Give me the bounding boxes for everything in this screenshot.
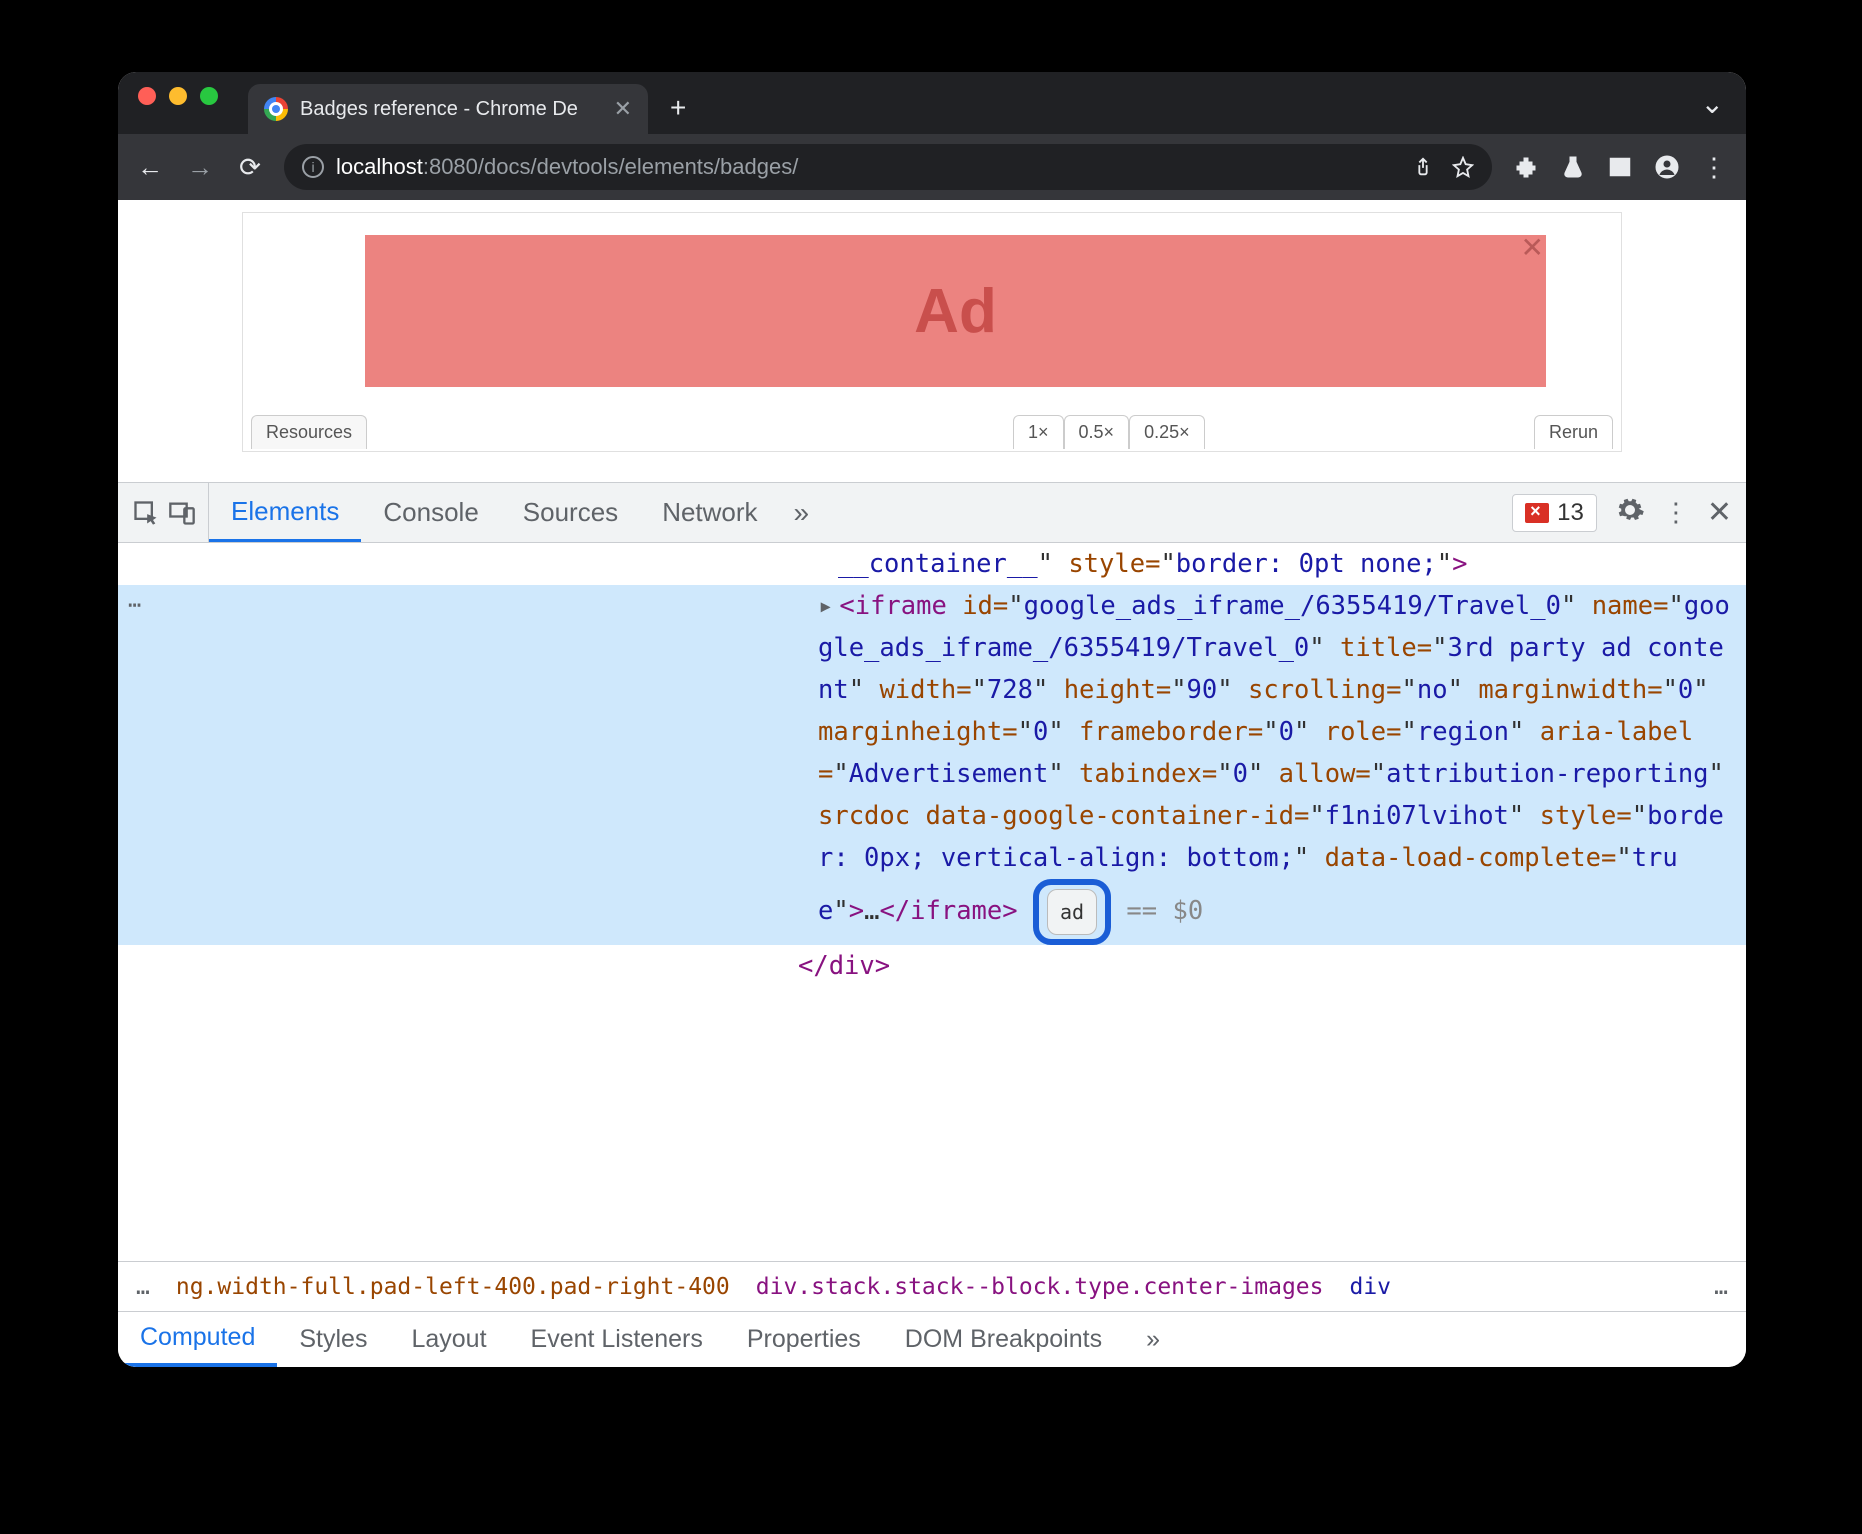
subtab-computed[interactable]: Computed (118, 1312, 277, 1367)
subtab-styles[interactable]: Styles (277, 1312, 389, 1367)
subtab-layout[interactable]: Layout (389, 1312, 508, 1367)
tab-network[interactable]: Network (640, 483, 779, 542)
expand-triangle-icon[interactable]: ▸ (818, 591, 833, 621)
page-viewport: ✕ Ad Resources 1× 0.5× 0.25× Rerun (118, 200, 1746, 482)
selected-node-indicator: == $0 (1126, 896, 1203, 926)
page-demo-box: ✕ Ad Resources 1× 0.5× 0.25× Rerun (242, 212, 1622, 452)
dom-line-iframe[interactable]: ▸<iframe id="google_ads_iframe_/6355419/… (118, 585, 1746, 945)
breadcrumb-ellipsis-left[interactable]: … (136, 1274, 150, 1300)
error-counter[interactable]: 13 (1512, 494, 1597, 532)
error-count: 13 (1557, 499, 1584, 527)
favicon-icon (264, 97, 288, 121)
zoom-1x-button[interactable]: 1× (1013, 415, 1064, 449)
url-text: localhost:8080/docs/devtools/elements/ba… (336, 154, 798, 180)
browser-tab[interactable]: Badges reference - Chrome De ✕ (248, 84, 648, 134)
demo-controls: Resources 1× 0.5× 0.25× Rerun (243, 413, 1621, 451)
rerun-button[interactable]: Rerun (1534, 415, 1613, 449)
devtools-close-button[interactable]: ✕ (1707, 495, 1732, 530)
share-icon[interactable] (1412, 156, 1434, 178)
dom-line-container-end[interactable]: __container__" style="border: 0pt none;"… (118, 543, 1746, 585)
tab-console[interactable]: Console (361, 483, 500, 542)
labs-icon[interactable] (1551, 145, 1595, 189)
browser-window: Badges reference - Chrome De ✕ + ⌄ ← → ⟳… (118, 72, 1746, 1367)
site-info-icon[interactable]: i (302, 156, 324, 178)
device-icon[interactable] (168, 499, 196, 527)
tab-sources[interactable]: Sources (501, 483, 640, 542)
tab-elements[interactable]: Elements (209, 483, 361, 542)
tab-bar: Badges reference - Chrome De ✕ + ⌄ (118, 72, 1746, 134)
subtab-event-listeners[interactable]: Event Listeners (509, 1312, 725, 1367)
window-close-button[interactable] (138, 87, 156, 105)
dom-breadcrumb[interactable]: … ng.width-full.pad-left-400.pad-right-4… (118, 1261, 1746, 1311)
nav-back-button[interactable]: ← (128, 145, 172, 189)
zoom-025x-button[interactable]: 0.25× (1129, 415, 1205, 449)
breadcrumb-ellipsis-right[interactable]: … (1714, 1274, 1728, 1300)
window-controls (132, 72, 230, 134)
elements-dom-tree[interactable]: __container__" style="border: 0pt none;"… (118, 543, 1746, 1261)
nav-forward-button[interactable]: → (178, 145, 222, 189)
ad-close-button[interactable]: ✕ (1521, 231, 1544, 264)
zoom-05x-button[interactable]: 0.5× (1064, 415, 1130, 449)
ad-badge-highlight: ad (1033, 879, 1111, 945)
star-icon[interactable] (1452, 156, 1474, 178)
nav-reload-button[interactable]: ⟳ (228, 145, 272, 189)
resources-tab[interactable]: Resources (251, 415, 367, 449)
window-maximize-button[interactable] (200, 87, 218, 105)
breadcrumb-item-2[interactable]: div.stack.stack--block.type.center-image… (756, 1274, 1324, 1300)
ad-badge[interactable]: ad (1047, 889, 1097, 935)
subtab-properties[interactable]: Properties (725, 1312, 883, 1367)
devtools-tab-bar: Elements Console Sources Network » 13 ⋮ … (118, 483, 1746, 543)
new-tab-button[interactable]: + (670, 92, 686, 124)
omnibar: ← → ⟳ i localhost:8080/docs/devtools/ele… (118, 134, 1746, 200)
subtab-more[interactable]: » (1124, 1312, 1182, 1367)
inspect-icon[interactable] (132, 499, 160, 527)
breadcrumb-item-1[interactable]: ng.width-full.pad-left-400.pad-right-400 (176, 1274, 730, 1300)
toolbar-icons: ⋮ (1504, 145, 1736, 189)
address-bar[interactable]: i localhost:8080/docs/devtools/elements/… (284, 144, 1492, 190)
subtab-dom-breakpoints[interactable]: DOM Breakpoints (883, 1312, 1124, 1367)
error-icon (1525, 503, 1549, 523)
window-minimize-button[interactable] (169, 87, 187, 105)
extensions-icon[interactable] (1504, 145, 1548, 189)
profile-icon[interactable] (1645, 145, 1689, 189)
ad-label: Ad (914, 276, 997, 347)
tab-title: Badges reference - Chrome De (300, 98, 602, 121)
devtools-menu-button[interactable]: ⋮ (1663, 497, 1689, 528)
tab-close-button[interactable]: ✕ (614, 96, 632, 122)
tab-more-button[interactable]: » (780, 497, 824, 529)
dom-line-div-close[interactable]: </div> (118, 945, 1746, 987)
breadcrumb-item-3[interactable]: div (1349, 1274, 1391, 1300)
ad-banner[interactable]: ✕ Ad (365, 235, 1546, 387)
styles-sub-tabs: Computed Styles Layout Event Listeners P… (118, 1311, 1746, 1367)
menu-button[interactable]: ⋮ (1692, 145, 1736, 189)
settings-icon[interactable] (1615, 495, 1645, 530)
tab-bar-chevron[interactable]: ⌄ (1701, 72, 1724, 134)
devtools-panel: Elements Console Sources Network » 13 ⋮ … (118, 482, 1746, 1367)
panel-icon[interactable] (1598, 145, 1642, 189)
